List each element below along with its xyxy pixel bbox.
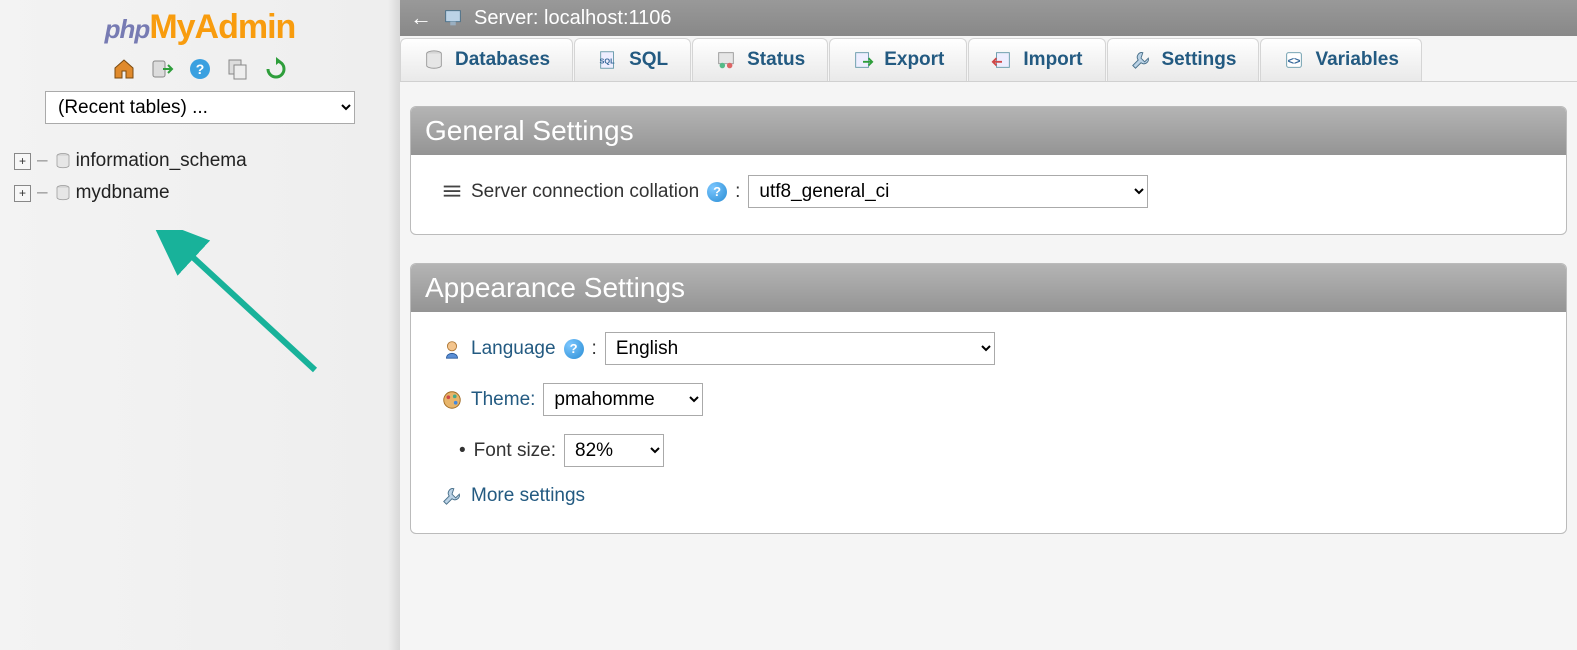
tab-variables[interactable]: <> Variables [1260,38,1421,81]
wrench-icon [441,485,463,507]
tab-export[interactable]: Export [829,38,967,81]
theme-select[interactable]: pmahomme [543,383,703,416]
tab-import[interactable]: Import [968,38,1105,81]
sql-window-icon[interactable] [226,57,250,81]
colon: : [735,181,740,203]
server-icon [442,7,464,29]
fontsize-row: Font size: 82% [441,434,1540,467]
tree-label: information_schema [76,150,247,172]
main-content: ← Server: localhost:1106 Databases SQL S… [400,0,1577,650]
tree-connector: – [35,150,50,172]
logo-php: php [105,14,150,44]
sidebar: phpMyAdmin ? (Recent tables) ... + – inf… [0,0,400,650]
help-icon[interactable]: ? [564,339,584,359]
fontsize-select[interactable]: 82% [564,434,664,467]
more-settings-link[interactable]: More settings [471,485,585,507]
theme-label[interactable]: Theme: [471,389,535,411]
server-label: Server: localhost:1106 [474,7,672,30]
sidebar-toolbar: ? [112,57,288,81]
tab-label: Settings [1162,49,1237,71]
export-icon [852,49,874,71]
back-arrow-icon[interactable]: ← [410,5,432,31]
general-settings-panel: General Settings Server connection colla… [410,106,1567,235]
language-row: Language ? : English [441,332,1540,365]
database-tree: + – information_schema + – mydbname [0,150,400,214]
reload-icon[interactable] [264,57,288,81]
collation-icon [441,181,463,203]
more-settings-row: More settings [441,485,1540,507]
sql-icon: SQL [597,49,619,71]
tab-bar: Databases SQL SQL Status Export Import S… [400,38,1577,82]
appearance-settings-title: Appearance Settings [411,264,1566,312]
tree-connector: – [35,182,50,204]
tree-label: mydbname [76,182,170,204]
content-area: General Settings Server connection colla… [400,82,1577,572]
status-icon [715,49,737,71]
tab-label: Export [884,49,944,71]
collation-select[interactable]: utf8_general_ci [748,175,1148,208]
wrench-icon [1130,49,1152,71]
expand-icon[interactable]: + [14,153,31,170]
general-settings-title: General Settings [411,107,1566,155]
tab-label: Import [1023,49,1082,71]
tab-label: Variables [1315,49,1398,71]
tree-row-mydbname[interactable]: + – mydbname [14,182,400,204]
annotation-arrow [155,230,335,390]
theme-row: Theme: pmahomme [441,383,1540,416]
collation-label: Server connection collation [471,181,699,203]
expand-icon[interactable]: + [14,185,31,202]
tab-label: Databases [455,49,550,71]
fontsize-label: Font size: [474,440,556,462]
server-bar: ← Server: localhost:1106 [400,0,1577,36]
tab-settings[interactable]: Settings [1107,38,1260,81]
help-icon[interactable]: ? [707,182,727,202]
svg-text:SQL: SQL [600,57,616,66]
variables-icon: <> [1283,49,1305,71]
tab-sql[interactable]: SQL SQL [574,38,691,81]
logo-my: My [149,8,194,46]
tab-status[interactable]: Status [692,38,828,81]
language-icon [441,338,463,360]
appearance-settings-panel: Appearance Settings Language ? : English [410,263,1567,534]
collation-row: Server connection collation ? : utf8_gen… [441,175,1540,208]
help-icon[interactable]: ? [188,57,212,81]
databases-icon [423,49,445,71]
phpmyadmin-logo: phpMyAdmin [105,8,296,47]
database-icon [54,152,72,170]
logout-icon[interactable] [150,57,174,81]
logo-admin: Admin [195,8,296,46]
tab-label: Status [747,49,805,71]
home-icon[interactable] [112,57,136,81]
recent-tables-select[interactable]: (Recent tables) ... [45,91,355,124]
import-icon [991,49,1013,71]
database-icon [54,184,72,202]
colon: : [592,338,597,360]
tree-row-information-schema[interactable]: + – information_schema [14,150,400,172]
tab-label: SQL [629,49,668,71]
svg-text:<>: <> [1288,56,1301,68]
language-select[interactable]: English [605,332,995,365]
svg-text:?: ? [196,61,205,77]
language-label[interactable]: Language [471,338,556,360]
theme-icon [441,389,463,411]
tab-databases[interactable]: Databases [400,38,573,81]
